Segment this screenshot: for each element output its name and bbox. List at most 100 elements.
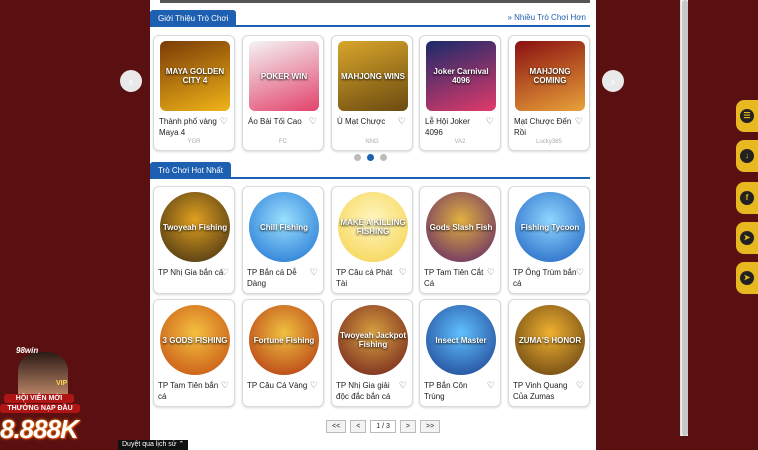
heart-icon[interactable]: ♡ — [487, 267, 495, 278]
hot-game-card[interactable]: Twoyeah Jackpot Fishing TP Nhị Gia giải đ… — [331, 299, 413, 407]
game-thumbnail[interactable]: Fortune Fishing — [249, 305, 319, 375]
game-thumbnail[interactable]: Twoyeah Jackpot Fishing — [338, 305, 408, 375]
game-name[interactable]: TP Bắn Côn Trùng — [424, 380, 490, 402]
heart-icon[interactable]: ♡ — [398, 116, 406, 127]
heart-icon[interactable]: ♡ — [221, 380, 229, 391]
game-thumbnail-text: Gods Slash Fish — [429, 222, 493, 232]
scrollbar[interactable] — [680, 0, 688, 436]
heart-icon[interactable]: ♡ — [576, 267, 584, 278]
promo-model-image — [18, 352, 68, 400]
carousel-dot[interactable] — [380, 154, 387, 161]
chat-icon: ☰ — [740, 109, 754, 123]
telegram-icon: ➤ — [740, 231, 754, 245]
heart-icon[interactable]: ♡ — [486, 116, 494, 127]
game-thumbnail[interactable]: Twoyeah Fishing — [160, 192, 230, 262]
game-thumbnail-text: POKER WIN — [260, 71, 308, 81]
heart-icon[interactable]: ♡ — [310, 380, 318, 391]
heart-icon[interactable]: ♡ — [399, 267, 407, 278]
page-info: 1 / 3 — [370, 420, 396, 433]
heart-icon[interactable]: ♡ — [487, 380, 495, 391]
game-name[interactable]: TP Câu cá Phát Tài — [336, 267, 402, 289]
next-page-button[interactable]: > — [399, 420, 416, 433]
side-facebook-button[interactable]: f — [736, 182, 758, 214]
hot-section-title: Trò Chơi Hot Nhất — [150, 162, 231, 179]
game-thumbnail[interactable]: MAHJONG WINS — [338, 41, 408, 111]
intro-game-card[interactable]: MAHJONG COMING Mạt Chược Đến Rồi ♡ Lucky365 — [508, 35, 590, 151]
game-thumbnail[interactable]: MAKE A KILLING FISHING — [338, 192, 408, 262]
hot-game-card[interactable]: Chill Fishing TP Bắn cá Dễ Dàng ♡ — [242, 186, 324, 294]
more-games-link[interactable]: » Nhiều Trò Chơi Hơn — [507, 13, 586, 22]
promo-banner[interactable]: 98win VIP HỘI VIÊN MỚI THƯỞNG NẠP ĐẦU 8.… — [0, 338, 96, 450]
side-telegram-button[interactable]: ➤ — [736, 222, 758, 254]
game-thumbnail[interactable]: Joker Carnival 4096 — [426, 41, 496, 111]
heart-icon[interactable]: ♡ — [576, 380, 584, 391]
game-thumbnail[interactable]: 3 GODS FISHING — [160, 305, 230, 375]
promo-brand-logo: 98win — [16, 346, 39, 355]
game-name[interactable]: Mạt Chược Đến Rồi — [514, 116, 576, 138]
game-name[interactable]: Áo Bài Tối Cao — [248, 116, 310, 127]
game-name[interactable]: Thành phố vàng Maya 4 — [159, 116, 221, 138]
game-name[interactable]: Ù Mạt Chược — [337, 116, 399, 127]
game-name[interactable]: TP Tam Tiên Cắt Cá — [424, 267, 490, 289]
game-thumbnail-text: Twoyeah Jackpot Fishing — [339, 331, 407, 349]
intro-game-card[interactable]: MAYA GOLDEN CITY 4 Thành phố vàng Maya 4 ♡… — [153, 35, 235, 151]
carousel-dot[interactable] — [354, 154, 361, 161]
scrollbar-thumb[interactable] — [682, 0, 688, 436]
game-thumbnail[interactable]: MAHJONG COMING — [515, 41, 585, 111]
heart-icon[interactable]: ♡ — [309, 116, 317, 127]
side-download-button[interactable]: ↓ — [736, 140, 758, 172]
heart-icon[interactable]: ♡ — [399, 380, 407, 391]
last-page-button[interactable]: >> — [420, 420, 441, 433]
game-thumbnail[interactable]: Insect Master — [426, 305, 496, 375]
game-thumbnail-text: Fortune Fishing — [253, 335, 315, 345]
game-name[interactable]: TP Ông Trùm bắn cá — [513, 267, 579, 289]
heart-icon[interactable]: ♡ — [221, 267, 229, 278]
game-vendor: VA2 — [454, 139, 466, 145]
carousel-dot-active[interactable] — [367, 154, 374, 161]
top-divider — [160, 0, 590, 3]
side-telegram-alt-button[interactable]: ➤ — [736, 262, 758, 294]
hot-game-card[interactable]: Insect Master TP Bắn Côn Trùng ♡ — [419, 299, 501, 407]
game-thumbnail[interactable]: Chill Fishing — [249, 192, 319, 262]
hot-game-card[interactable]: Fishing Tycoon TP Ông Trùm bắn cá ♡ — [508, 186, 590, 294]
carousel-next-arrow[interactable]: › — [602, 70, 624, 92]
game-name[interactable]: TP Nhị Gia bắn cá — [158, 267, 224, 278]
game-thumbnail[interactable]: POKER WIN — [249, 41, 319, 111]
heart-icon[interactable]: ♡ — [310, 267, 318, 278]
game-thumbnail[interactable]: Fishing Tycoon — [515, 192, 585, 262]
intro-game-card[interactable]: POKER WIN Áo Bài Tối Cao ♡ FC — [242, 35, 324, 151]
game-thumbnail-text: 3 GODS FISHING — [162, 335, 228, 345]
game-thumbnail-text: ZUMA'S HONOR — [518, 335, 582, 345]
game-name[interactable]: TP Câu Cá Vàng — [247, 380, 313, 391]
game-name[interactable]: Lễ Hội Joker 4096 — [425, 116, 487, 138]
game-name[interactable]: TP Vinh Quang Của Zumas — [513, 380, 579, 402]
hot-game-card[interactable]: ZUMA'S HONOR TP Vinh Quang Của Zumas ♡ — [508, 299, 590, 407]
intro-game-card[interactable]: Joker Carnival 4096 Lễ Hội Joker 4096 ♡ VA2 — [419, 35, 501, 151]
hot-game-card[interactable]: Fortune Fishing TP Câu Cá Vàng ♡ — [242, 299, 324, 407]
pagination: << < 1 / 3 > >> — [326, 420, 441, 433]
game-name[interactable]: TP Tam Tiên bắn cá — [158, 380, 224, 402]
hot-game-card[interactable]: Gods Slash Fish TP Tam Tiên Cắt Cá ♡ — [419, 186, 501, 294]
hot-game-card[interactable]: MAKE A KILLING FISHING TP Câu cá Phát Tài… — [331, 186, 413, 294]
download-icon: ↓ — [740, 149, 754, 163]
game-thumbnail[interactable]: Gods Slash Fish — [426, 192, 496, 262]
game-thumbnail[interactable]: MAYA GOLDEN CITY 4 — [160, 41, 230, 111]
hot-game-card[interactable]: 3 GODS FISHING TP Tam Tiên bắn cá ♡ — [153, 299, 235, 407]
promo-amount: 8.888K — [0, 414, 79, 444]
game-thumbnail-text: MAYA GOLDEN CITY 4 — [165, 67, 225, 85]
telegram-alt-icon: ➤ — [740, 271, 754, 285]
hot-game-card[interactable]: Twoyeah Fishing TP Nhị Gia bắn cá ♡ — [153, 186, 235, 294]
promo-line2: THƯỞNG NẠP ĐẦU — [0, 404, 80, 413]
heart-icon[interactable]: ♡ — [220, 116, 228, 127]
game-thumbnail-text: Chill Fishing — [260, 222, 308, 232]
game-name[interactable]: TP Bắn cá Dễ Dàng — [247, 267, 313, 289]
first-page-button[interactable]: << — [326, 420, 347, 433]
intro-game-card[interactable]: MAHJONG WINS Ù Mạt Chược ♡ NNG — [331, 35, 413, 151]
carousel-prev-arrow[interactable]: ‹ — [120, 70, 142, 92]
heart-icon[interactable]: ♡ — [575, 116, 583, 127]
side-chat-button[interactable]: ☰ — [736, 100, 758, 132]
game-thumbnail[interactable]: ZUMA'S HONOR — [515, 305, 585, 375]
game-name[interactable]: TP Nhị Gia giải độc đắc bắn cá — [336, 380, 402, 402]
hot-section-header: Trò Chơi Hot Nhất — [150, 162, 590, 179]
prev-page-button[interactable]: < — [350, 420, 367, 433]
